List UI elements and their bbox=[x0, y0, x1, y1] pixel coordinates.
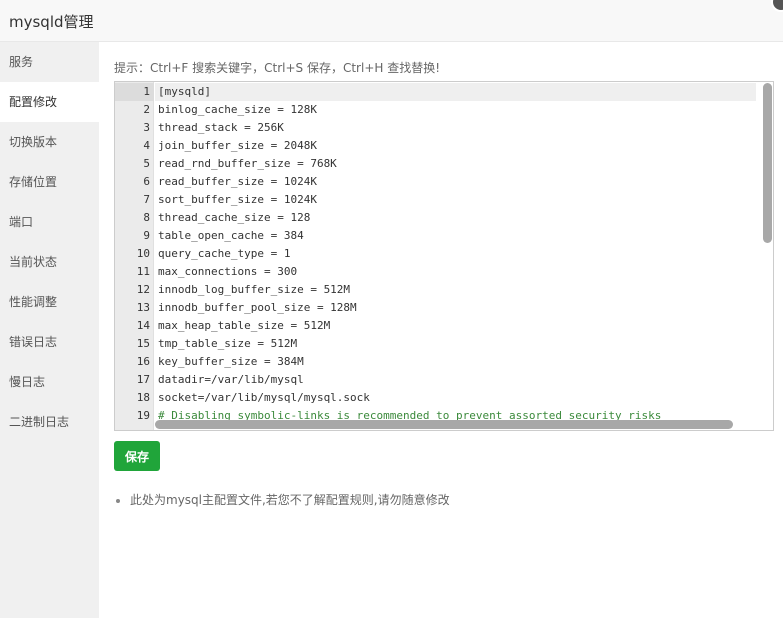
line-text: binlog_cache_size = 128K bbox=[158, 103, 317, 116]
sidebar-item-error-log[interactable]: 错误日志 bbox=[0, 322, 99, 362]
line-number: 14 bbox=[136, 319, 150, 332]
line-number: 7 bbox=[143, 193, 150, 206]
active-line-highlight bbox=[155, 83, 756, 101]
line-number: 13 bbox=[136, 301, 150, 314]
line-number: 15 bbox=[136, 337, 150, 350]
code-line[interactable]: 15 tmp_table_size = 512M bbox=[115, 335, 755, 353]
line-text: max_connections = 300 bbox=[158, 265, 298, 278]
code-line[interactable]: 14 max_heap_table_size = 512M bbox=[115, 317, 755, 335]
code-line[interactable]: 8 thread_cache_size = 128 bbox=[115, 209, 755, 227]
sidebar-item-binary-log[interactable]: 二进制日志 bbox=[0, 402, 99, 442]
code-line[interactable]: 13 innodb_buffer_pool_size = 128M bbox=[115, 299, 755, 317]
sidebar: 服务 配置修改 切换版本 存储位置 端口 当前状态 性能调整 错误日志 慢日志 … bbox=[0, 42, 99, 618]
line-number: 16 bbox=[136, 355, 150, 368]
save-button[interactable]: 保存 bbox=[114, 441, 160, 471]
code-line[interactable]: 9 table_open_cache = 384 bbox=[115, 227, 755, 245]
line-text: thread_cache_size = 128 bbox=[158, 211, 311, 224]
line-text: query_cache_type = 1 bbox=[158, 247, 291, 260]
sidebar-item-performance[interactable]: 性能调整 bbox=[0, 282, 99, 322]
code-line[interactable]: 17 datadir=/var/lib/mysql bbox=[115, 371, 755, 389]
vertical-scrollbar[interactable] bbox=[763, 83, 772, 243]
line-text: table_open_cache = 384 bbox=[158, 229, 304, 242]
sidebar-item-slow-log[interactable]: 慢日志 bbox=[0, 362, 99, 402]
line-number: 19 bbox=[136, 409, 150, 422]
sidebar-item-storage-location[interactable]: 存储位置 bbox=[0, 162, 99, 202]
horizontal-scrollbar[interactable] bbox=[155, 420, 733, 429]
window-title: mysqld管理 bbox=[9, 13, 94, 31]
line-number: 2 bbox=[143, 103, 150, 116]
line-text: sort_buffer_size = 1024K bbox=[158, 193, 317, 206]
sidebar-item-port[interactable]: 端口 bbox=[0, 202, 99, 242]
sidebar-item-current-status[interactable]: 当前状态 bbox=[0, 242, 99, 282]
config-note: 此处为mysql主配置文件,若您不了解配置规则,请勿随意修改 bbox=[114, 491, 450, 508]
code-line[interactable]: 6 read_buffer_size = 1024K bbox=[115, 173, 755, 191]
line-text: datadir=/var/lib/mysql bbox=[158, 373, 304, 386]
code-line[interactable]: 2 binlog_cache_size = 128K bbox=[115, 101, 755, 119]
line-number: 17 bbox=[136, 373, 150, 386]
shortcut-tip: 提示：Ctrl+F 搜索关键字，Ctrl+S 保存，Ctrl+H 查找替换! bbox=[114, 61, 441, 75]
config-editor[interactable]: 1 [mysqld] 2 binlog_cache_size = 128K 3 threa… bbox=[114, 81, 774, 431]
line-number: 3 bbox=[143, 121, 150, 134]
line-number: 6 bbox=[143, 175, 150, 188]
title-bar: mysqld管理 bbox=[0, 0, 783, 42]
line-text: max_heap_table_size = 512M bbox=[158, 319, 331, 332]
line-text: key_buffer_size = 384M bbox=[158, 355, 304, 368]
code-line[interactable]: 12 innodb_log_buffer_size = 512M bbox=[115, 281, 755, 299]
line-text: read_buffer_size = 1024K bbox=[158, 175, 317, 188]
sidebar-item-switch-version[interactable]: 切换版本 bbox=[0, 122, 99, 162]
line-number: 1 bbox=[143, 85, 150, 98]
line-number: 5 bbox=[143, 157, 150, 170]
code-line[interactable]: 18 socket=/var/lib/mysql/mysql.sock bbox=[115, 389, 755, 407]
config-note-text: 此处为mysql主配置文件,若您不了解配置规则,请勿随意修改 bbox=[130, 493, 450, 507]
line-number: 10 bbox=[136, 247, 150, 260]
code-line[interactable]: 1 [mysqld] bbox=[115, 83, 756, 101]
line-text: socket=/var/lib/mysql/mysql.sock bbox=[158, 391, 370, 404]
code-line[interactable]: 11 max_connections = 300 bbox=[115, 263, 755, 281]
line-number: 9 bbox=[143, 229, 150, 242]
line-number: 12 bbox=[136, 283, 150, 296]
code-line[interactable]: 4 join_buffer_size = 2048K bbox=[115, 137, 755, 155]
code-line[interactable]: 7 sort_buffer_size = 1024K bbox=[115, 191, 755, 209]
line-text: innodb_log_buffer_size = 512M bbox=[158, 283, 351, 296]
line-text: read_rnd_buffer_size = 768K bbox=[158, 157, 337, 170]
bullet-icon bbox=[116, 498, 120, 503]
line-number: 11 bbox=[136, 265, 150, 278]
close-icon[interactable] bbox=[771, 0, 783, 12]
line-text: join_buffer_size = 2048K bbox=[158, 139, 317, 152]
code-line[interactable]: 3 thread_stack = 256K bbox=[115, 119, 755, 137]
line-number: 4 bbox=[143, 139, 150, 152]
line-text: innodb_buffer_pool_size = 128M bbox=[158, 301, 357, 314]
code-line[interactable]: 16 key_buffer_size = 384M bbox=[115, 353, 755, 371]
line-number: 18 bbox=[136, 391, 150, 404]
line-text: tmp_table_size = 512M bbox=[158, 337, 298, 350]
line-text: thread_stack = 256K bbox=[158, 121, 284, 134]
code-line[interactable]: 10 query_cache_type = 1 bbox=[115, 245, 755, 263]
line-text: [mysqld] bbox=[158, 85, 211, 98]
code-line[interactable]: 5 read_rnd_buffer_size = 768K bbox=[115, 155, 755, 173]
sidebar-item-service[interactable]: 服务 bbox=[0, 42, 99, 82]
line-number: 8 bbox=[143, 211, 150, 224]
sidebar-item-config[interactable]: 配置修改 bbox=[0, 82, 99, 122]
